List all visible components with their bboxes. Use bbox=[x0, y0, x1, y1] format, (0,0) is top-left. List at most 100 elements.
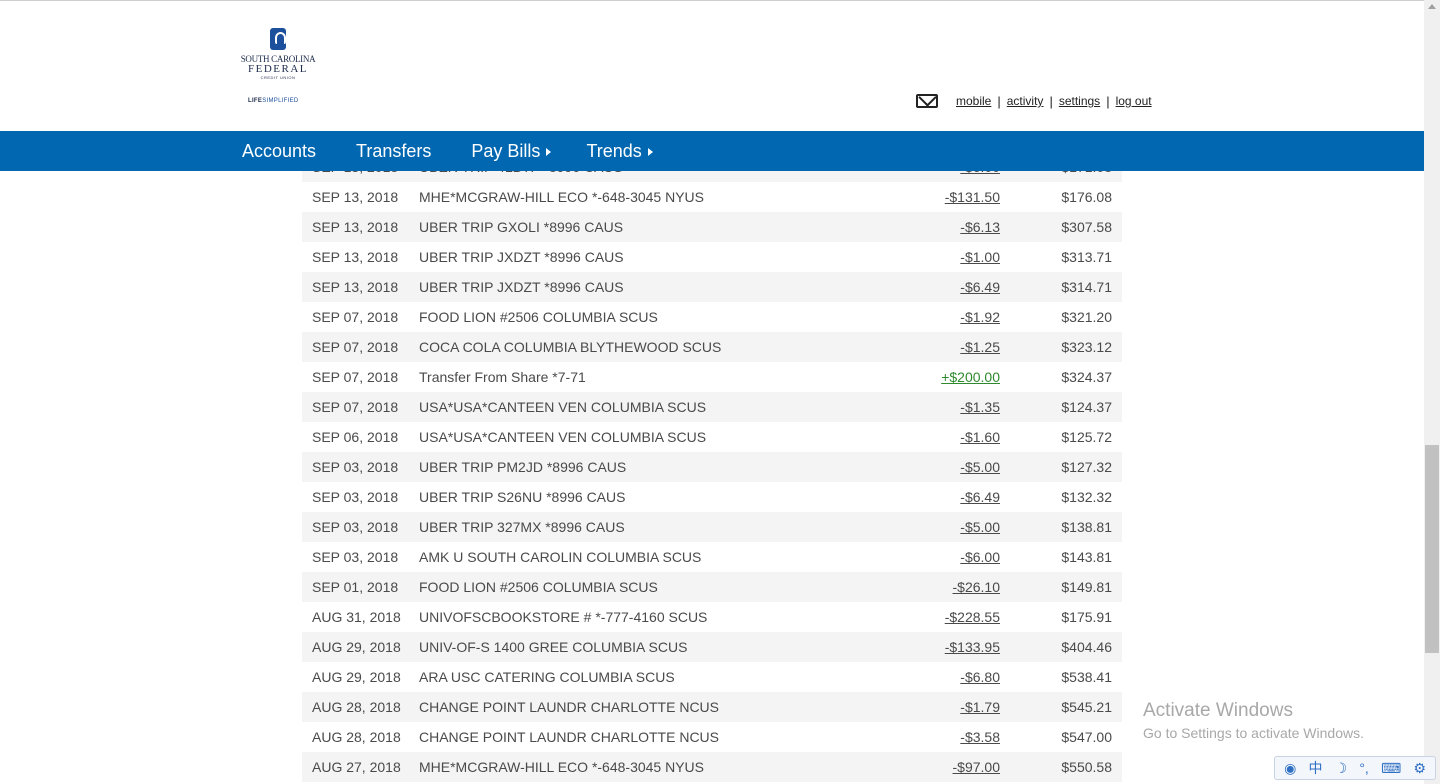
transaction-description: UNIVOFSCBOOKSTORE # *-777-4160 SCUS bbox=[419, 609, 708, 625]
transaction-description: USA*USA*CANTEEN VEN COLUMBIA SCUS bbox=[419, 429, 707, 445]
transaction-balance: $132.32 bbox=[1061, 489, 1112, 505]
transaction-amount-link[interactable]: -$26.10 bbox=[953, 579, 1000, 595]
brand-tagline: LIFESIMPLIFIED bbox=[248, 98, 299, 104]
ime-mode[interactable]: 中 bbox=[1308, 758, 1322, 778]
nav-trends[interactable]: Trends bbox=[586, 140, 653, 162]
transaction-amount-cell: -$6.13 bbox=[877, 219, 1000, 235]
transaction-amount-link[interactable]: -$131.50 bbox=[945, 189, 1000, 205]
table-row: AUG 27, 2018 MHE*MCGRAW-HILL ECO *-648-30… bbox=[302, 752, 1122, 782]
transaction-amount-link[interactable]: +$200.00 bbox=[941, 369, 1000, 385]
moon-icon[interactable]: ☽ bbox=[1335, 760, 1348, 777]
transaction-amount-link[interactable]: -$6.80 bbox=[960, 669, 1000, 685]
transaction-amount-link[interactable]: -$97.00 bbox=[953, 759, 1000, 775]
transaction-amount-cell: +$200.00 bbox=[877, 369, 1000, 385]
transaction-amount-link[interactable]: -$1.00 bbox=[960, 249, 1000, 265]
transaction-balance: $175.91 bbox=[1061, 609, 1112, 625]
table-row: SEP 03, 2018 UBER TRIP 327MX *8996 CAUS -$… bbox=[302, 512, 1122, 542]
table-row: SEP 13, 2018 UBER TRIP JXDZT *8996 CAUS -$… bbox=[302, 272, 1122, 302]
transaction-amount-link[interactable]: -$228.55 bbox=[945, 609, 1000, 625]
scroll-up-arrow-icon[interactable] bbox=[1428, 4, 1436, 9]
transaction-amount-cell: -$1.60 bbox=[877, 429, 1000, 445]
transaction-date: SEP 01, 2018 bbox=[312, 579, 399, 595]
table-row: SEP 07, 2018 Transfer From Share *7-71 +$2… bbox=[302, 362, 1122, 392]
activation-watermark: Activate Windows Go to Settings to activ… bbox=[1143, 700, 1364, 744]
ime-logo-icon[interactable]: ◉ bbox=[1284, 760, 1296, 777]
transaction-balance: $404.46 bbox=[1061, 639, 1112, 655]
brand-tagline-bold: LIFE bbox=[248, 98, 263, 104]
brand-tagline-rest: SIMPLIFIED bbox=[262, 98, 299, 104]
transaction-amount-cell: -$3.58 bbox=[877, 729, 1000, 745]
transaction-description: MHE*MCGRAW-HILL ECO *-648-3045 NYUS bbox=[419, 189, 705, 205]
transaction-amount-link[interactable]: -$6.13 bbox=[960, 219, 1000, 235]
transaction-amount-cell: -$5.00 bbox=[877, 519, 1000, 535]
ime-toolbar[interactable]: ◉ 中 ☽ °, ⌨ ⚙ bbox=[1274, 756, 1436, 780]
transaction-amount-cell: -$131.50 bbox=[877, 189, 1000, 205]
table-row: SEP 07, 2018 COCA COLA COLUMBIA BLYTHEWOO… bbox=[302, 332, 1122, 362]
transaction-amount-cell: -$6.49 bbox=[877, 489, 1000, 505]
watermark-title: Activate Windows bbox=[1143, 700, 1293, 721]
transaction-date: SEP 07, 2018 bbox=[312, 399, 399, 415]
logout-link[interactable]: log out bbox=[1116, 94, 1152, 108]
caret-right-icon bbox=[546, 148, 552, 156]
transaction-balance: $550.58 bbox=[1061, 759, 1112, 775]
utility-links: mobile | activity | settings | log out bbox=[916, 91, 1152, 111]
transaction-amount-link[interactable]: -$6.49 bbox=[960, 489, 1000, 505]
transaction-balance: $124.37 bbox=[1061, 399, 1112, 415]
table-row: SEP 13, 2018 UBER TRIP JXDZT *8996 CAUS -$… bbox=[302, 242, 1122, 272]
table-row: AUG 31, 2018 UNIVOFSCBOOKSTORE # *-777-41… bbox=[302, 602, 1122, 632]
nav-transfers[interactable]: Transfers bbox=[356, 141, 431, 162]
transaction-date: SEP 03, 2018 bbox=[312, 549, 399, 565]
transaction-amount-link[interactable]: -$133.95 bbox=[945, 639, 1000, 655]
main-nav: Accounts Transfers Pay Bills Trends bbox=[0, 131, 1424, 171]
table-row: SEP 03, 2018 UBER TRIP PM2JD *8996 CAUS -$… bbox=[302, 452, 1122, 482]
table-row: SEP 13, 2018 UBER TRIP GXOLI *8996 CAUS -$… bbox=[302, 212, 1122, 242]
brand-logo[interactable]: SOUTH CAROLINA FEDERAL CREDIT UNION LIFE… bbox=[232, 28, 324, 110]
transactions-table: SEP 13, 2018UBER TRIP 4LBTP *8996 CAUS-$… bbox=[302, 154, 1122, 784]
transaction-amount-cell: -$6.80 bbox=[877, 669, 1000, 685]
table-row: SEP 06, 2018 USA*USA*CANTEEN VEN COLUMBIA… bbox=[302, 422, 1122, 452]
nav-trends-label: Trends bbox=[586, 140, 642, 161]
brand-mark-icon bbox=[270, 28, 286, 50]
settings-link[interactable]: settings bbox=[1059, 94, 1100, 108]
mobile-link[interactable]: mobile bbox=[956, 94, 991, 108]
separator: | bbox=[1049, 93, 1053, 109]
activity-link[interactable]: activity bbox=[1007, 94, 1044, 108]
transaction-balance: $547.00 bbox=[1061, 729, 1112, 745]
nav-accounts[interactable]: Accounts bbox=[242, 141, 316, 162]
transaction-amount-cell: -$5.00 bbox=[877, 459, 1000, 475]
transaction-amount-link[interactable]: -$1.79 bbox=[960, 699, 1000, 715]
keyboard-icon[interactable]: ⌨ bbox=[1381, 760, 1401, 777]
transaction-amount-link[interactable]: -$1.92 bbox=[960, 309, 1000, 325]
transaction-description: UNIV-OF-S 1400 GREE COLUMBIA SCUS bbox=[419, 639, 688, 655]
transaction-amount-cell: -$1.35 bbox=[877, 399, 1000, 415]
transaction-balance: $324.37 bbox=[1061, 369, 1112, 385]
transaction-description: CHANGE POINT LAUNDR CHARLOTTE NCUS bbox=[419, 729, 720, 745]
transaction-date: AUG 31, 2018 bbox=[312, 609, 401, 625]
transaction-amount-link[interactable]: -$6.00 bbox=[960, 549, 1000, 565]
transaction-amount-link[interactable]: -$6.49 bbox=[960, 279, 1000, 295]
transaction-amount-link[interactable]: -$1.60 bbox=[960, 429, 1000, 445]
transaction-description: ARA USC CATERING COLUMBIA SCUS bbox=[419, 669, 675, 685]
transaction-date: SEP 07, 2018 bbox=[312, 369, 399, 385]
transaction-amount-cell: -$1.92 bbox=[877, 309, 1000, 325]
page-scrollbar[interactable] bbox=[1424, 0, 1440, 784]
table-row: AUG 29, 2018 ARA USC CATERING COLUMBIA SC… bbox=[302, 662, 1122, 692]
transaction-amount-cell: -$6.00 bbox=[877, 549, 1000, 565]
separator: | bbox=[1106, 93, 1110, 109]
top-border bbox=[0, 0, 1424, 1]
punctuation-icon[interactable]: °, bbox=[1359, 760, 1369, 776]
transaction-date: AUG 29, 2018 bbox=[312, 639, 401, 655]
gear-icon[interactable]: ⚙ bbox=[1413, 760, 1426, 777]
transaction-amount-link[interactable]: -$5.00 bbox=[960, 459, 1000, 475]
transaction-amount-cell: -$228.55 bbox=[877, 609, 1000, 625]
scrollbar-thumb[interactable] bbox=[1425, 445, 1439, 653]
nav-pay-bills[interactable]: Pay Bills bbox=[471, 141, 552, 162]
transaction-description: USA*USA*CANTEEN VEN COLUMBIA SCUS bbox=[419, 399, 707, 415]
transaction-balance: $143.81 bbox=[1061, 549, 1112, 565]
transaction-amount-link[interactable]: -$1.35 bbox=[960, 399, 1000, 415]
envelope-icon[interactable] bbox=[916, 94, 938, 108]
transaction-date: AUG 27, 2018 bbox=[312, 759, 401, 775]
transaction-amount-link[interactable]: -$3.58 bbox=[960, 729, 1000, 745]
transaction-amount-link[interactable]: -$1.25 bbox=[960, 339, 1000, 355]
transaction-amount-link[interactable]: -$5.00 bbox=[960, 519, 1000, 535]
